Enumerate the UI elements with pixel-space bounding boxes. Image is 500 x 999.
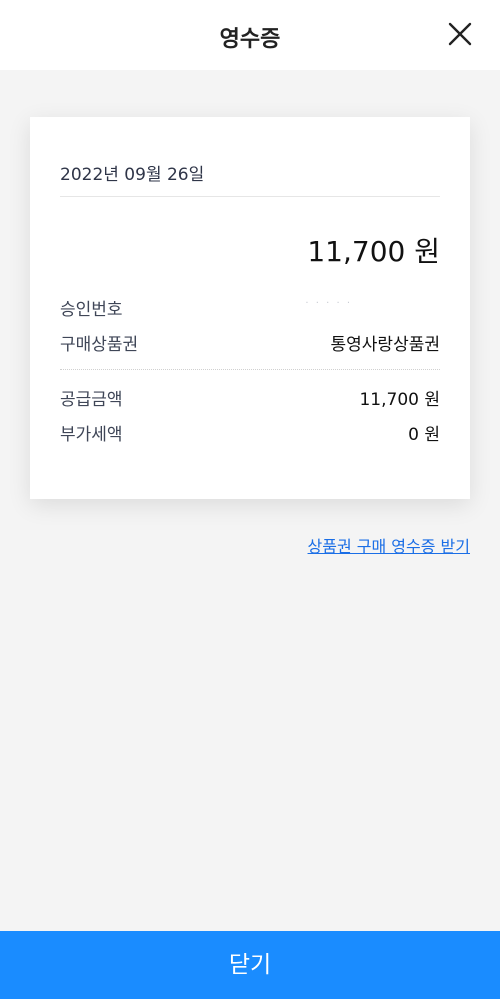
close-bottom-button[interactable]: 닫기: [0, 931, 500, 999]
close-icon[interactable]: [446, 20, 474, 48]
total-amount: 11,700 원: [307, 235, 440, 268]
vat-value: 0 원: [408, 425, 440, 445]
voucher-receipt-link[interactable]: 상품권 구매 영수증 받기: [308, 533, 470, 557]
receipt-card: 2022년 09월 26일 11,700 원 승인번호 · · · · · 구매…: [30, 117, 470, 499]
supply-amount-label: 공급금액: [60, 390, 123, 410]
voucher-value: 통영사랑상품권: [330, 335, 440, 355]
approval-number-label: 승인번호: [60, 300, 123, 320]
divider-dotted: [60, 369, 440, 370]
vat-label: 부가세액: [60, 425, 123, 445]
close-button[interactable]: [446, 20, 474, 48]
page-title: 영수증: [219, 27, 281, 52]
approval-number-value: · · · · ·: [305, 298, 352, 309]
receipt-bottom-edge: [30, 495, 470, 499]
voucher-label: 구매상품권: [60, 335, 139, 355]
divider: [60, 196, 440, 197]
supply-amount-value: 11,700 원: [359, 390, 440, 410]
app-header: 영수증: [0, 0, 500, 70]
receipt-date: 2022년 09월 26일: [60, 165, 205, 185]
